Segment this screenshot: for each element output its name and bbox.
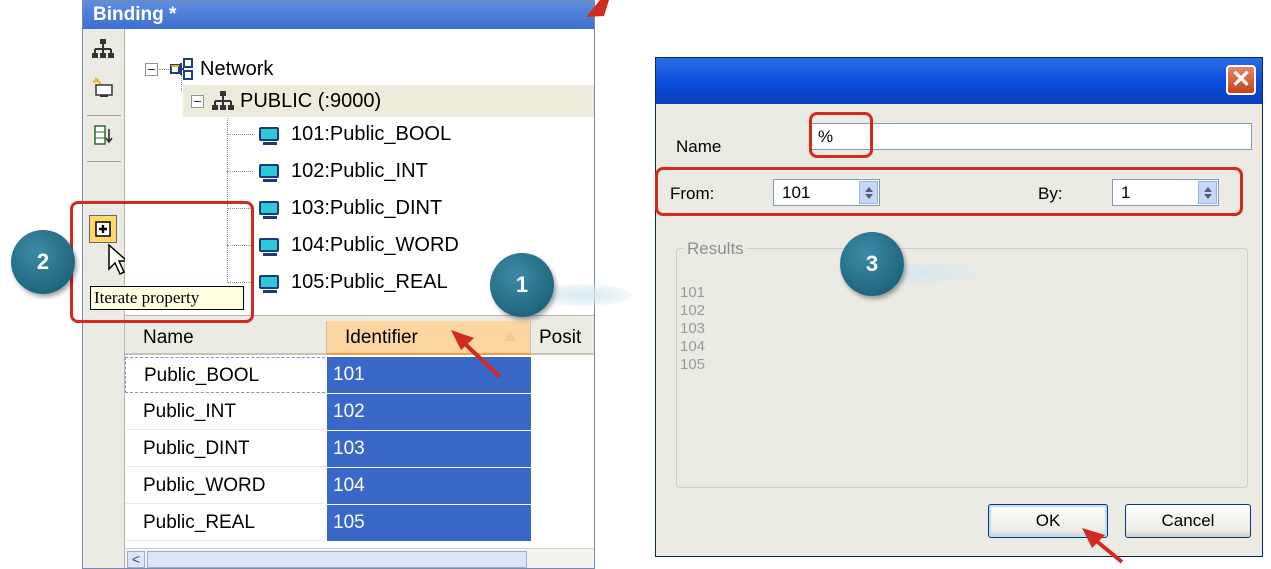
cell-position	[531, 394, 594, 430]
dialog-titlebar[interactable]: ✕	[656, 58, 1262, 104]
tree-node-network[interactable]: Network	[145, 53, 273, 85]
table-row[interactable]: Public_WORD 104	[125, 468, 594, 504]
tree-node-variable[interactable]: 104:Public_WORD	[227, 229, 459, 261]
results-label: Results	[684, 239, 747, 259]
tree-node-public[interactable]: PUBLIC (:9000)	[183, 85, 594, 117]
tree-node-variable[interactable]: 103:Public_DINT	[227, 192, 442, 224]
name-field[interactable]: %	[809, 123, 1252, 150]
name-label: Name	[676, 137, 722, 156]
list-item: 105	[680, 356, 706, 373]
variable-icon	[259, 275, 279, 293]
sort-icon[interactable]	[89, 121, 117, 149]
cell-identifier[interactable]: 103	[327, 431, 531, 467]
cell-position	[531, 357, 594, 393]
column-header-identifier-label: Identifier	[345, 327, 418, 348]
iterate-property-dialog: ✕ Name % From: 101 By: 1 Results 101 102…	[655, 57, 1263, 557]
cell-name: Public_INT	[125, 394, 325, 430]
cell-position	[531, 468, 594, 504]
tree-label-variable: 105:Public_REAL	[291, 270, 448, 293]
cell-identifier[interactable]: 105	[327, 505, 531, 541]
tree-label-variable: 104:Public_WORD	[291, 233, 459, 256]
binding-panel-title: Binding *	[83, 1, 594, 29]
results-group	[676, 248, 1248, 488]
tree-line	[227, 133, 253, 135]
cell-position	[531, 505, 594, 541]
step-badge-1: 1	[490, 253, 554, 317]
variable-icon	[259, 238, 279, 256]
table-row[interactable]: Public_REAL 105	[125, 505, 594, 541]
results-list: 101 102 103 104 105	[680, 284, 705, 374]
variable-icon	[259, 201, 279, 219]
tree-node-variable[interactable]: 101:Public_BOOL	[227, 118, 451, 150]
tree-label-network: Network	[200, 57, 274, 80]
tree-label-variable: 103:Public_DINT	[291, 196, 443, 219]
collapse-icon[interactable]	[191, 94, 204, 108]
list-item: 104	[680, 338, 706, 355]
network-icon[interactable]	[89, 35, 117, 63]
cell-identifier[interactable]: 102	[327, 394, 531, 430]
tree-node-variable[interactable]: 102:Public_INT	[227, 155, 428, 187]
cell-name: Public_BOOL	[125, 357, 325, 393]
cell-name: Public_DINT	[125, 431, 325, 467]
collapse-icon[interactable]	[145, 62, 158, 76]
cell-identifier[interactable]: 104	[327, 468, 531, 504]
network-group-icon	[212, 91, 234, 110]
sort-ascending-icon	[504, 331, 516, 341]
cell-position	[531, 431, 594, 467]
toolbar-separator	[87, 115, 121, 116]
table-row[interactable]: Public_BOOL 101	[125, 357, 594, 393]
variable-icon	[259, 127, 279, 145]
tree-label-variable: 101:Public_BOOL	[291, 122, 452, 145]
column-header-identifier[interactable]: Identifier	[327, 321, 531, 355]
list-item: 103	[680, 320, 706, 337]
network-node-icon	[170, 58, 193, 80]
tree-line	[227, 170, 253, 172]
column-header-position[interactable]: Posit	[531, 321, 594, 355]
toolbar-separator	[87, 161, 121, 162]
tree-line	[159, 69, 169, 70]
tree-label-public: PUBLIC (:9000)	[240, 89, 382, 112]
variables-grid: Name Identifier Posit Public_BOOL 101 Pu…	[125, 321, 594, 568]
list-item: 101	[680, 284, 706, 301]
step-badge-2: 2	[11, 230, 75, 294]
step-badge-3: 3	[840, 232, 904, 296]
highlight-from-by	[655, 167, 1243, 216]
add-variable-icon[interactable]	[89, 73, 117, 101]
horizontal-scrollbar[interactable]: <	[125, 548, 594, 568]
cancel-button[interactable]: Cancel	[1125, 504, 1251, 538]
highlight-name-field	[809, 112, 873, 158]
cell-name: Public_REAL	[125, 505, 325, 541]
scrollbar-thumb[interactable]	[147, 551, 527, 568]
close-button[interactable]: ✕	[1226, 65, 1256, 95]
list-item: 102	[680, 302, 706, 319]
variable-icon	[259, 164, 279, 182]
cell-name: Public_WORD	[125, 468, 325, 504]
table-row[interactable]: Public_INT 102	[125, 394, 594, 430]
cell-identifier[interactable]: 101	[327, 357, 531, 393]
table-row[interactable]: Public_DINT 103	[125, 431, 594, 467]
scroll-left-button[interactable]: <	[127, 551, 145, 568]
column-header-name[interactable]: Name	[125, 321, 327, 355]
ok-button[interactable]: OK	[988, 504, 1108, 538]
highlight-iterate-button	[70, 201, 254, 323]
tree-label-variable: 102:Public_INT	[291, 159, 428, 182]
tree-node-variable[interactable]: 105:Public_REAL	[227, 266, 448, 298]
